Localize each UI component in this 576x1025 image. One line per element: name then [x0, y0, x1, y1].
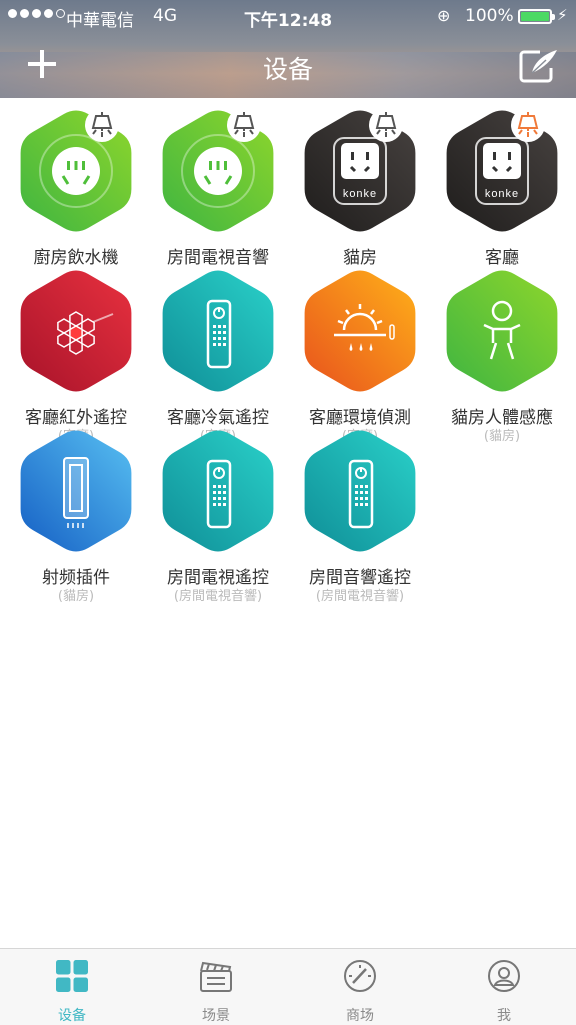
tab-me[interactable]: 我 — [432, 949, 576, 1025]
device-room: (房間電視音響) — [315, 589, 405, 604]
environment-icon — [304, 270, 416, 392]
device-tile[interactable]: 房間電視遙控 (房間電視音響) — [147, 420, 289, 604]
device-tile[interactable]: 客廳冷氣遙控(客廳) — [147, 260, 289, 444]
page-title: 设备 — [262, 55, 313, 84]
device-room: (貓房) — [483, 429, 521, 444]
svg-text:konke: konke — [485, 188, 519, 200]
ir-hub-icon — [20, 270, 132, 392]
status-bar: 中華電信 4G 下午12:48 ⊕ 100% ⚡ — [0, 0, 576, 34]
device-tile[interactable]: 射频插件 (貓房) — [5, 420, 147, 604]
compass-icon — [344, 960, 376, 992]
clapperboard-icon — [200, 961, 232, 992]
device-tile[interactable]: 廚房飲水機 — [5, 100, 147, 270]
tab-scenes[interactable]: 场景 — [144, 949, 288, 1025]
battery-icon — [518, 9, 555, 24]
motion-icon — [446, 270, 558, 392]
tab-bar: 设备 场景 商场 我 — [0, 948, 576, 1025]
device-tile[interactable]: 貓房人體感應 (貓房) — [431, 260, 573, 444]
device-tile[interactable]: 房間音響遙控 (房間電視音響) — [289, 420, 431, 604]
lamp-icon[interactable] — [85, 108, 119, 142]
device-tile[interactable]: 房間電視音響 — [147, 100, 289, 270]
lamp-icon[interactable] — [227, 108, 261, 142]
device-tile[interactable]: konke 客廳 — [431, 100, 573, 270]
battery-percent: 100% — [465, 6, 514, 26]
grid-icon — [56, 960, 88, 992]
lamp-icon[interactable] — [369, 108, 403, 142]
edit-icon — [519, 50, 557, 83]
device-room: (房間電視音響) — [173, 589, 263, 604]
edit-button[interactable] — [518, 46, 560, 84]
remote-icon — [304, 430, 416, 552]
device-tile[interactable]: konke 貓房 — [289, 100, 431, 270]
tab-label: 我 — [497, 1008, 511, 1024]
lamp-icon[interactable] — [511, 108, 545, 142]
header: 中華電信 4G 下午12:48 ⊕ 100% ⚡ 设备 — [0, 0, 576, 98]
charging-icon: ⚡ — [557, 6, 568, 24]
rf-plugin-icon — [20, 430, 132, 552]
rotation-lock-icon: ⊕ — [437, 6, 451, 25]
device-tile[interactable]: 客廳紅外遙控(客廳) — [5, 260, 147, 444]
tab-label: 商场 — [346, 1008, 374, 1024]
device-room: (貓房) — [57, 589, 95, 604]
svg-text:konke: konke — [343, 188, 377, 200]
tab-label: 场景 — [202, 1008, 230, 1024]
tab-devices[interactable]: 设备 — [0, 949, 144, 1025]
remote-icon — [162, 430, 274, 552]
tab-label: 设备 — [58, 1008, 86, 1024]
device-tile[interactable]: 客廳環境偵測(客廳) — [289, 260, 431, 444]
tab-store[interactable]: 商场 — [288, 949, 432, 1025]
remote-icon — [162, 270, 274, 392]
profile-icon — [488, 960, 520, 992]
